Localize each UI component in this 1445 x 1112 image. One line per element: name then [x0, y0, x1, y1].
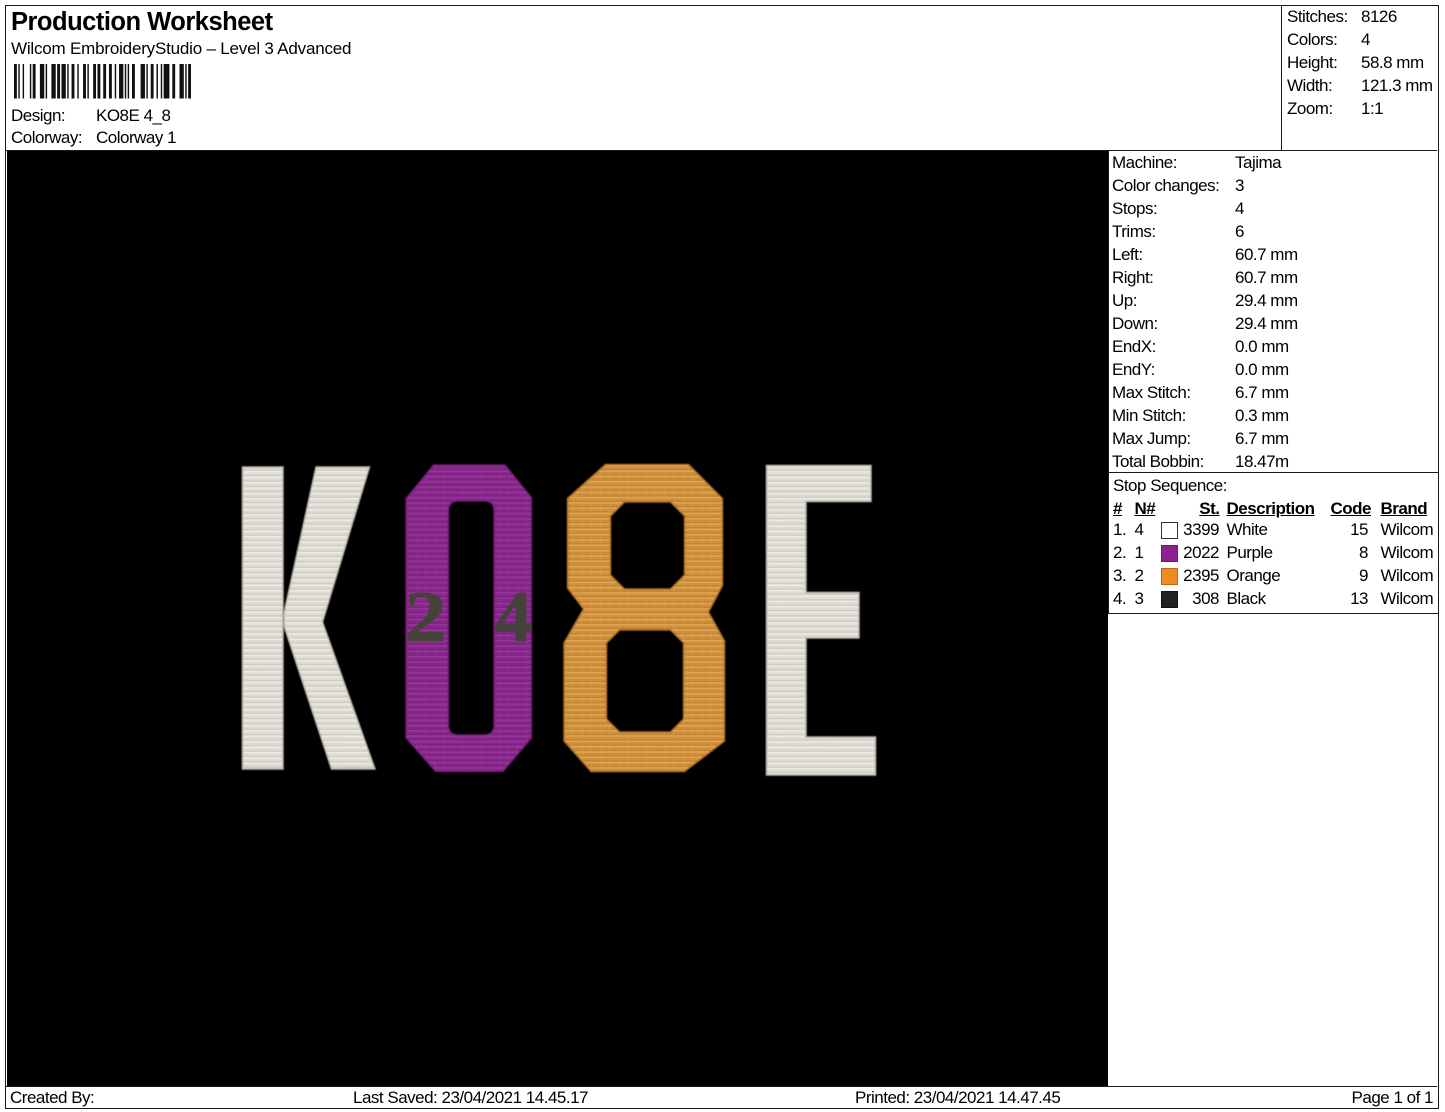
- svg-text:2: 2: [404, 576, 446, 656]
- svg-text:4: 4: [494, 577, 531, 656]
